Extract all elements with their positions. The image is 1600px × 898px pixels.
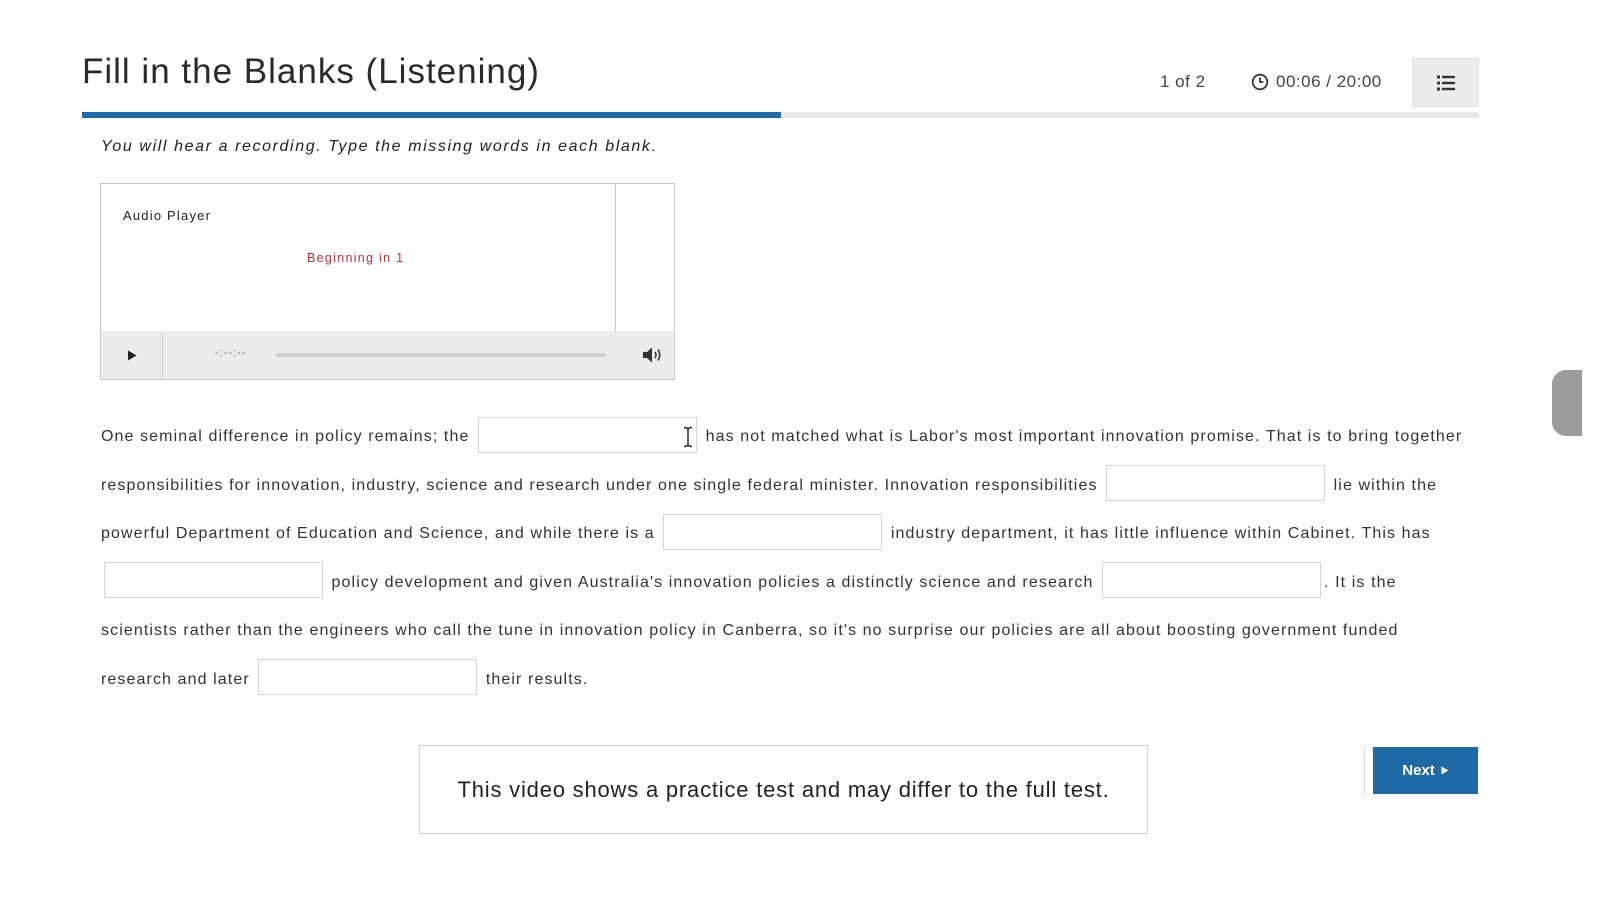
blank-input-4[interactable]: [104, 562, 323, 599]
audio-status: Beginning in 1: [307, 251, 405, 265]
play-button[interactable]: [101, 331, 163, 379]
page-title: Fill in the Blanks (Listening): [82, 52, 540, 91]
next-button-label: Next: [1402, 762, 1435, 779]
audio-player-label: Audio Player: [123, 208, 212, 223]
passage-text: industry department, it has little influ…: [890, 525, 1431, 542]
practice-notice: This video shows a practice test and may…: [419, 745, 1148, 834]
timer: 00:06 / 20:00: [1251, 72, 1382, 92]
blank-input-6[interactable]: [258, 659, 478, 696]
footer-divider: [1364, 747, 1365, 796]
passage-text: One seminal difference in policy remains…: [101, 428, 470, 445]
timer-text: 00:06 / 20:00: [1276, 72, 1382, 91]
play-icon: [127, 350, 136, 360]
instruction-text: You will hear a recording. Type the miss…: [101, 138, 658, 155]
progress-bar: [82, 112, 1479, 118]
volume-icon[interactable]: [641, 344, 665, 366]
question-counter: 1 of 2: [1160, 72, 1206, 91]
audio-player: Audio Player Beginning in 1 -:--:--: [100, 183, 675, 380]
list-icon: [1436, 75, 1455, 90]
blank-input-3[interactable]: [663, 513, 883, 550]
passage-text: their results.: [485, 670, 589, 688]
audio-controls: -:--:--: [101, 331, 674, 379]
passage-text: policy development and given Australia's…: [331, 573, 1094, 591]
text-cursor-icon: [683, 426, 693, 448]
blank-input-2[interactable]: [1106, 465, 1326, 502]
blank-input-5[interactable]: [1102, 562, 1322, 599]
audio-time: -:--:--: [215, 347, 247, 359]
side-panel-tab[interactable]: [1552, 370, 1582, 436]
next-button[interactable]: Next: [1373, 747, 1478, 794]
progress-fill: [82, 112, 781, 118]
audio-seek-bar[interactable]: [276, 353, 606, 357]
clock-icon: [1251, 73, 1269, 91]
blank-input-1[interactable]: [478, 416, 698, 453]
question-list-button[interactable]: [1412, 58, 1479, 107]
audio-player-divider: [615, 184, 616, 332]
caret-right-icon: [1441, 766, 1449, 775]
passage: One seminal difference in policy remains…: [101, 413, 1471, 704]
